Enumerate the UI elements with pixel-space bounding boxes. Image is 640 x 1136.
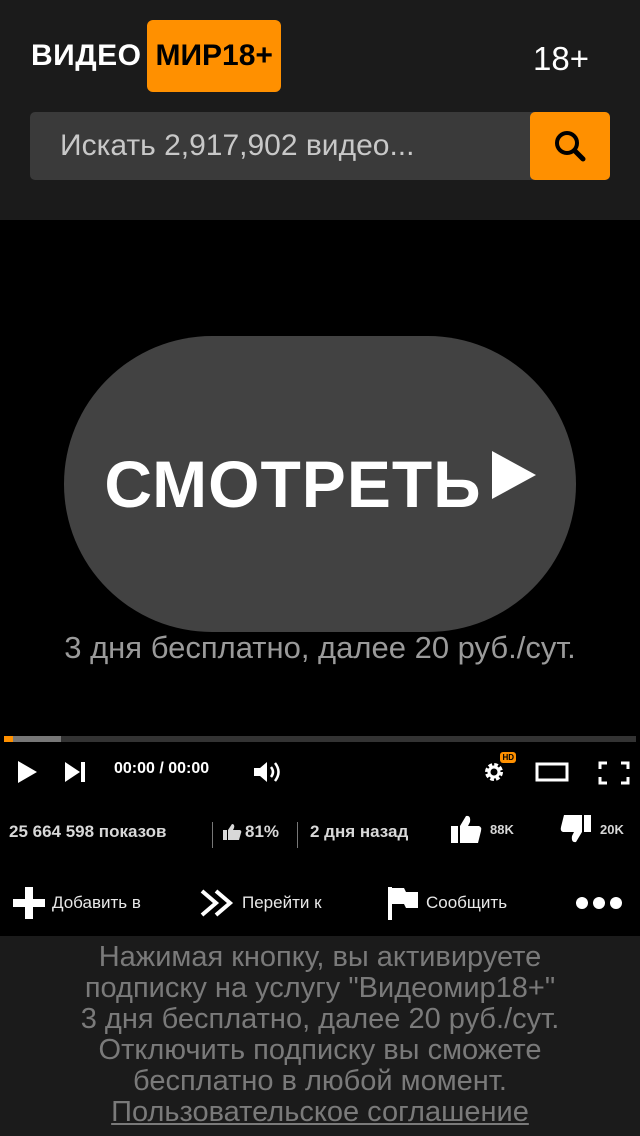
video-area[interactable]: СМОТРЕТЬ 3 дня бесплатно, далее 20 руб./… (0, 220, 640, 740)
skip-next-icon (65, 762, 85, 782)
add-to-button[interactable]: Добавить в (12, 880, 141, 926)
view-count: 25 664 598 показов (9, 822, 167, 841)
disclaimer-line: 3 дня бесплатно, далее 20 руб./сут. (80, 1003, 560, 1035)
next-button[interactable] (62, 758, 88, 786)
disclaimer-line: Отключить подписку вы сможете (98, 1034, 542, 1066)
thumbs-down-icon (560, 815, 591, 843)
site-logo[interactable]: ВИДЕО МИР18+ (31, 20, 281, 92)
time-display: 00:00 / 00:00 (114, 760, 210, 777)
goto-label: Перейти к (242, 893, 322, 912)
disclaimer-line: Нажимая кнопку, вы активируете (98, 941, 542, 973)
thumbs-up-small-icon (223, 824, 242, 840)
rating: 81% (222, 822, 279, 842)
more-dots-icon (576, 897, 622, 909)
theater-mode-icon (535, 762, 569, 782)
more-button[interactable] (574, 880, 630, 926)
goto-button[interactable]: Перейти к (200, 880, 322, 926)
disclaimer-line: подписку на услугу "Видеомир18+" (84, 972, 556, 1004)
report-button[interactable]: Сообщить (386, 880, 507, 926)
fullscreen-button[interactable] (596, 760, 632, 786)
progress-played (4, 736, 14, 742)
offer-text: 3 дня бесплатно, далее 20 руб./сут. (64, 630, 576, 665)
age-badge: 18+ (533, 40, 589, 77)
volume-icon (254, 762, 280, 782)
fullscreen-icon (598, 761, 630, 785)
volume-button[interactable] (252, 758, 284, 786)
play-button[interactable] (14, 758, 40, 786)
site-header: ВИДЕО МИР18+ 18+ (0, 0, 640, 220)
add-to-label: Добавить в (52, 893, 141, 912)
like-button[interactable]: 88K (450, 814, 514, 844)
search-button[interactable] (530, 112, 610, 180)
stats-divider (297, 822, 298, 848)
stats-divider (212, 822, 213, 848)
video-actions: Добавить в Перейти к Сообщить (0, 880, 640, 926)
like-count: 88K (490, 821, 514, 837)
user-agreement-link[interactable]: Пользовательское соглашение (111, 1096, 529, 1128)
dislike-button[interactable]: 20K (560, 814, 624, 844)
flag-icon (388, 887, 418, 920)
play-triangle-icon (491, 451, 536, 499)
report-label: Сообщить (426, 893, 508, 912)
video-stats: 25 664 598 показов 81% 2 дня назад 88K 2… (0, 814, 640, 854)
dislike-count: 20K (600, 821, 624, 837)
hd-badge: HD (500, 752, 516, 763)
search-icon (555, 131, 586, 162)
fast-forward-icon (200, 889, 234, 917)
gear-icon (485, 763, 503, 781)
plus-icon (13, 887, 45, 919)
search-input[interactable] (30, 112, 530, 180)
watch-button-label: СМОТРЕТЬ (104, 447, 482, 521)
disclaimer-line: бесплатно в любой момент. (133, 1065, 507, 1097)
subscription-disclaimer: Нажимая кнопку, вы активируете подписку … (0, 936, 640, 1136)
posted-date: 2 дня назад (310, 822, 409, 841)
progress-bar[interactable] (4, 736, 636, 742)
thumbs-up-icon (451, 815, 482, 843)
theater-mode-button[interactable] (534, 760, 570, 784)
player-controls: 00:00 / 00:00 HD 25 664 598 показов 81% … (0, 736, 640, 936)
play-icon (18, 761, 37, 783)
watch-button[interactable]: СМОТРЕТЬ (64, 336, 576, 632)
settings-button[interactable]: HD (482, 752, 516, 784)
logo-text-right: МИР18+ (147, 20, 281, 92)
search-bar (30, 112, 610, 180)
rating-value: 81% (245, 822, 280, 841)
logo-text-left: ВИДЕО (31, 39, 142, 72)
